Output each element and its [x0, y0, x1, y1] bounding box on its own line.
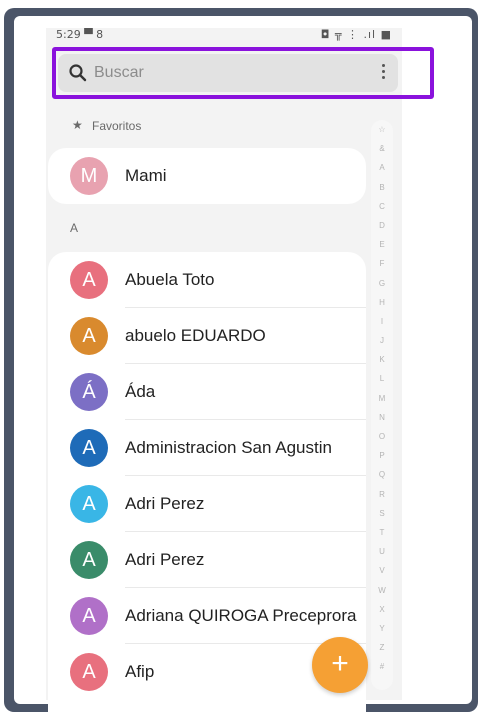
index-letter[interactable]: B — [371, 178, 393, 197]
avatar: A — [70, 485, 108, 523]
index-letter[interactable]: T — [371, 523, 393, 542]
index-letter[interactable]: X — [371, 600, 393, 619]
contact-row[interactable]: A Adri Perez — [48, 532, 366, 588]
index-letter[interactable]: N — [371, 408, 393, 427]
alphabet-index-bar[interactable]: ☆ & A B C D E F G H I J K L M N O P Q R … — [371, 120, 393, 690]
search-highlight-box — [52, 47, 434, 99]
contact-name: Abuela Toto — [125, 270, 215, 289]
contact-name: Afip — [125, 662, 155, 681]
avatar: A — [70, 653, 108, 691]
index-letter[interactable]: D — [371, 216, 393, 235]
contact-row[interactable]: A abuelo EDUARDO — [48, 308, 366, 364]
section-letter: A — [70, 221, 79, 235]
add-contact-button[interactable]: + — [312, 637, 368, 693]
favorites-label: Favoritos — [92, 119, 142, 133]
index-letter[interactable]: V — [371, 561, 393, 580]
contacts-list: A Abuela Toto A abuelo EDUARDO Á Áda A A… — [48, 252, 366, 712]
index-letter[interactable]: U — [371, 542, 393, 561]
contact-name: Adri Perez — [125, 494, 205, 513]
contact-row[interactable]: A Administracion San Agustin — [48, 420, 366, 476]
index-letter[interactable]: Z — [371, 638, 393, 657]
index-letter[interactable]: P — [371, 446, 393, 465]
index-letter[interactable]: & — [371, 139, 393, 158]
index-letter[interactable]: F — [371, 254, 393, 273]
avatar: A — [70, 429, 108, 467]
contact-row[interactable]: A Abuela Toto — [48, 252, 366, 308]
contact-row[interactable]: A Adriana QUIROGA Preceprora — [48, 588, 366, 644]
index-letter[interactable]: A — [371, 158, 393, 177]
index-letter[interactable]: O — [371, 427, 393, 446]
index-letter[interactable]: R — [371, 485, 393, 504]
star-icon: ★ — [72, 118, 83, 132]
contact-row[interactable]: Á Áda — [48, 364, 366, 420]
status-icons: ◘ ╦ ⋮ .ıl ■ — [320, 28, 392, 41]
status-time: 5:29 ▀ 8 — [56, 28, 104, 41]
index-letter[interactable]: L — [371, 369, 393, 388]
index-letter[interactable]: Q — [371, 465, 393, 484]
favorites-card: M Mami — [48, 148, 366, 204]
index-letter[interactable]: C — [371, 197, 393, 216]
index-letter[interactable]: Y — [371, 619, 393, 638]
index-letter[interactable]: I — [371, 312, 393, 331]
contact-name: Adri Perez — [125, 550, 205, 569]
status-bar: 5:29 ▀ 8 ◘ ╦ ⋮ .ıl ■ — [46, 28, 402, 42]
index-letter[interactable]: M — [371, 389, 393, 408]
contact-row[interactable]: M Mami — [48, 148, 366, 204]
contact-name: Mami — [125, 166, 167, 185]
index-letter[interactable]: ☆ — [371, 120, 393, 139]
index-letter[interactable]: E — [371, 235, 393, 254]
avatar: A — [70, 317, 108, 355]
avatar: M — [70, 157, 108, 195]
avatar: A — [70, 541, 108, 579]
avatar: A — [70, 597, 108, 635]
avatar: Á — [70, 373, 108, 411]
contact-name: Adriana QUIROGA Preceprora — [125, 606, 357, 625]
index-letter[interactable]: S — [371, 504, 393, 523]
contact-row[interactable]: A Adri Perez — [48, 476, 366, 532]
avatar: A — [70, 261, 108, 299]
index-letter[interactable]: G — [371, 274, 393, 293]
index-letter[interactable]: # — [371, 657, 393, 676]
contact-name: Administracion San Agustin — [125, 438, 332, 457]
index-letter[interactable]: K — [371, 350, 393, 369]
index-letter[interactable]: H — [371, 293, 393, 312]
contact-name: Áda — [125, 382, 156, 401]
index-letter[interactable]: J — [371, 331, 393, 350]
index-letter[interactable]: W — [371, 581, 393, 600]
contact-name: abuelo EDUARDO — [125, 326, 266, 345]
